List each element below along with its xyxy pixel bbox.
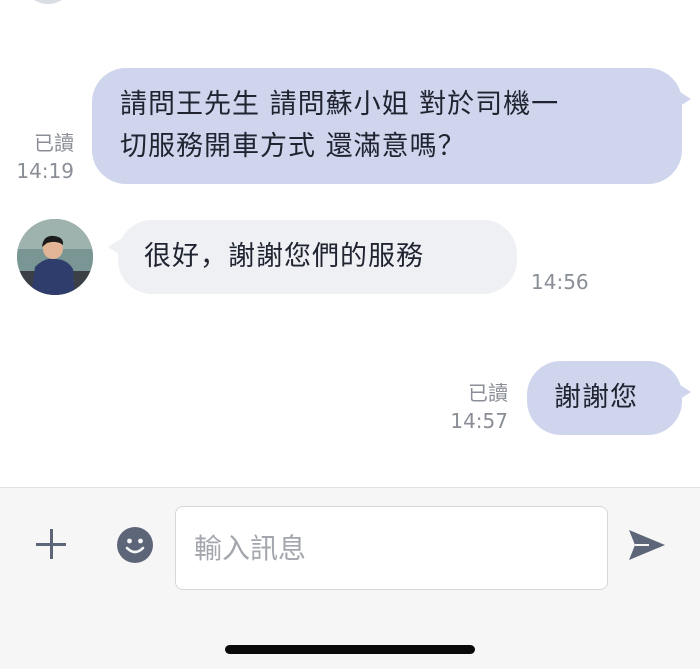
message-text: 請問王先生 請問蘇小姐 對於司機一 切服務開車方式 還滿意嗎？ xyxy=(120,84,682,168)
person-photo-icon xyxy=(17,219,93,295)
message-text-line: 切服務開車方式 還滿意嗎？ xyxy=(120,131,466,162)
plus-icon[interactable] xyxy=(32,525,70,563)
send-icon[interactable] xyxy=(627,526,667,564)
message-text-line: 請問王先生 請問蘇小姐 對於司機一 xyxy=(120,89,560,120)
message-time: 14:19 xyxy=(16,159,74,183)
message-meta: 已讀 14:19 xyxy=(14,129,74,185)
message-text: 謝謝您 xyxy=(554,382,638,413)
outgoing-message-bubble[interactable]: 謝謝您 xyxy=(527,361,691,435)
message-meta: 已讀 14:57 xyxy=(446,379,508,435)
incoming-message-bubble[interactable]: 很好，謝謝您們的服務 xyxy=(108,220,517,294)
message-time: 14:57 xyxy=(450,409,508,433)
emoji-icon[interactable] xyxy=(116,526,154,564)
read-receipt: 已讀 xyxy=(468,381,508,405)
chat-area[interactable]: 已讀 14:19 請問王先生 請問蘇小姐 對於司機一 切服務開車方式 還滿意嗎？… xyxy=(0,0,700,487)
message-text: 很好，謝謝您們的服務 xyxy=(144,241,424,272)
message-time: 14:56 xyxy=(531,270,589,294)
home-indicator[interactable] xyxy=(225,645,475,654)
outgoing-message-bubble[interactable]: 請問王先生 請問蘇小姐 對於司機一 切服務開車方式 還滿意嗎？ xyxy=(92,68,691,184)
previous-avatar xyxy=(22,0,74,4)
message-input[interactable] xyxy=(175,506,608,590)
read-receipt: 已讀 xyxy=(34,131,74,155)
contact-avatar[interactable] xyxy=(17,219,93,295)
